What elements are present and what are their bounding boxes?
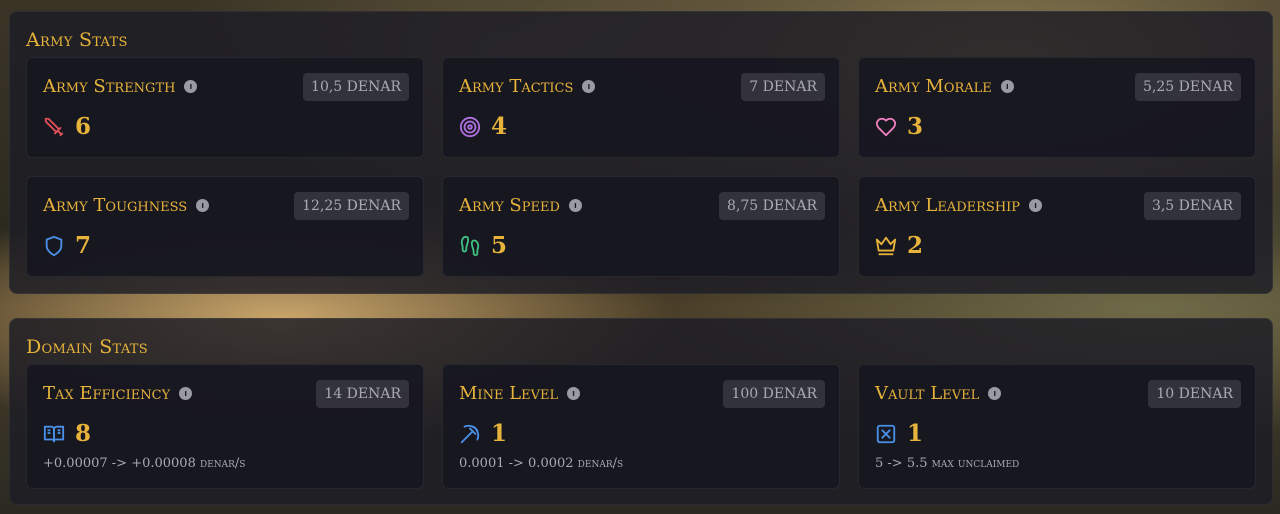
army-leadership-value-row: 2 — [875, 232, 923, 259]
info-icon[interactable]: i — [988, 387, 1002, 400]
shield-icon — [45, 235, 63, 256]
army-toughness-value: 7 — [75, 232, 92, 259]
army-toughness-header: Army Toughness i — [43, 195, 210, 216]
tax-efficiency-rate: +0.00007 -> +0.00008 denar/s — [43, 456, 246, 471]
book-icon — [43, 425, 65, 442]
vault-level-capacity: 5 -> 5.5 max unclaimed — [875, 456, 1020, 471]
tax-efficiency-price: 14 DENAR — [316, 380, 409, 408]
vault-level-value: 1 — [907, 420, 924, 447]
mine-level-header: Mine Level i — [459, 383, 581, 404]
army-strength-value-row: 6 — [43, 113, 91, 140]
mine-level-price: 100 DENAR — [723, 380, 825, 408]
army-speed-header: Army Speed i — [459, 195, 582, 216]
army-morale-card[interactable]: Army Morale i 5,25 DENAR 3 — [858, 57, 1256, 158]
tax-efficiency-value: 8 — [75, 420, 92, 447]
army-tactics-price: 7 DENAR — [741, 73, 825, 101]
army-strength-header: Army Strength i — [43, 76, 198, 97]
mine-level-value-row: 1 — [459, 420, 507, 447]
vault-icon — [876, 424, 896, 443]
tax-efficiency-header: Tax Efficiency i — [43, 383, 193, 404]
army-tactics-value-row: 4 — [459, 113, 507, 140]
army-speed-value: 5 — [491, 232, 508, 259]
crown-icon — [875, 236, 897, 255]
target-icon — [459, 116, 481, 137]
pickaxe-icon — [460, 424, 480, 443]
domain-stats-panel: Domain Stats Tax Efficiency i 14 DENAR 8… — [9, 318, 1273, 505]
army-leadership-card[interactable]: Army Leadership i 3,5 DENAR 2 — [858, 176, 1256, 277]
army-tactics-card[interactable]: Army Tactics i 7 DENAR 4 — [442, 57, 840, 158]
army-strength-price: 10,5 DENAR — [303, 73, 409, 101]
info-icon[interactable]: i — [1000, 80, 1014, 93]
army-stats-panel: Army Stats Army Strength i 10,5 DENAR 6 … — [9, 11, 1273, 294]
army-toughness-card[interactable]: Army Toughness i 12,25 DENAR 7 — [26, 176, 424, 277]
army-leadership-header: Army Leadership i — [875, 195, 1043, 216]
army-leadership-value: 2 — [907, 232, 924, 259]
army-strength-value: 6 — [75, 113, 92, 140]
sword-icon — [44, 117, 64, 136]
mine-level-rate: 0.0001 -> 0.0002 denar/s — [459, 456, 624, 471]
army-toughness-value-row: 7 — [43, 232, 91, 259]
army-leadership-label: Army Leadership — [875, 195, 1021, 216]
army-stats-title: Army Stats — [26, 29, 128, 51]
mine-level-value: 1 — [491, 420, 508, 447]
vault-level-price: 10 DENAR — [1148, 380, 1241, 408]
info-icon[interactable]: i — [184, 80, 198, 93]
army-toughness-label: Army Toughness — [43, 195, 188, 216]
army-morale-value-row: 3 — [875, 113, 923, 140]
army-speed-price: 8,75 DENAR — [719, 192, 825, 220]
info-icon[interactable]: i — [196, 199, 210, 212]
mine-level-card[interactable]: Mine Level i 100 DENAR 1 0.0001 -> 0.000… — [442, 364, 840, 489]
info-icon[interactable]: i — [567, 387, 581, 400]
tax-efficiency-card[interactable]: Tax Efficiency i 14 DENAR 8 +0.00007 -> … — [26, 364, 424, 489]
army-leadership-price: 3,5 DENAR — [1143, 192, 1241, 220]
army-tactics-value: 4 — [491, 113, 508, 140]
army-strength-card[interactable]: Army Strength i 10,5 DENAR 6 — [26, 57, 424, 158]
tax-efficiency-value-row: 8 — [43, 420, 91, 447]
info-icon[interactable]: i — [179, 387, 193, 400]
army-morale-price: 5,25 DENAR — [1135, 73, 1241, 101]
footprints-icon — [460, 235, 480, 256]
vault-level-card[interactable]: Vault Level i 10 DENAR 1 5 -> 5.5 max un… — [858, 364, 1256, 489]
domain-stats-title: Domain Stats — [26, 336, 148, 358]
army-morale-label: Army Morale — [875, 76, 992, 97]
vault-level-value-row: 1 — [875, 420, 923, 447]
info-icon[interactable]: i — [582, 80, 596, 93]
army-speed-label: Army Speed — [459, 195, 560, 216]
info-icon[interactable]: i — [568, 199, 582, 212]
army-toughness-price: 12,25 DENAR — [294, 192, 409, 220]
vault-level-header: Vault Level i — [875, 383, 1002, 404]
army-tactics-header: Army Tactics i — [459, 76, 596, 97]
army-speed-card[interactable]: Army Speed i 8,75 DENAR 5 — [442, 176, 840, 277]
tax-efficiency-label: Tax Efficiency — [43, 383, 171, 404]
heart-icon — [875, 117, 897, 136]
army-speed-value-row: 5 — [459, 232, 507, 259]
army-strength-label: Army Strength — [43, 76, 176, 97]
army-tactics-label: Army Tactics — [459, 76, 574, 97]
army-morale-header: Army Morale i — [875, 76, 1014, 97]
mine-level-label: Mine Level — [459, 383, 559, 404]
vault-level-label: Vault Level — [875, 383, 980, 404]
info-icon[interactable]: i — [1029, 199, 1043, 212]
army-morale-value: 3 — [907, 113, 924, 140]
